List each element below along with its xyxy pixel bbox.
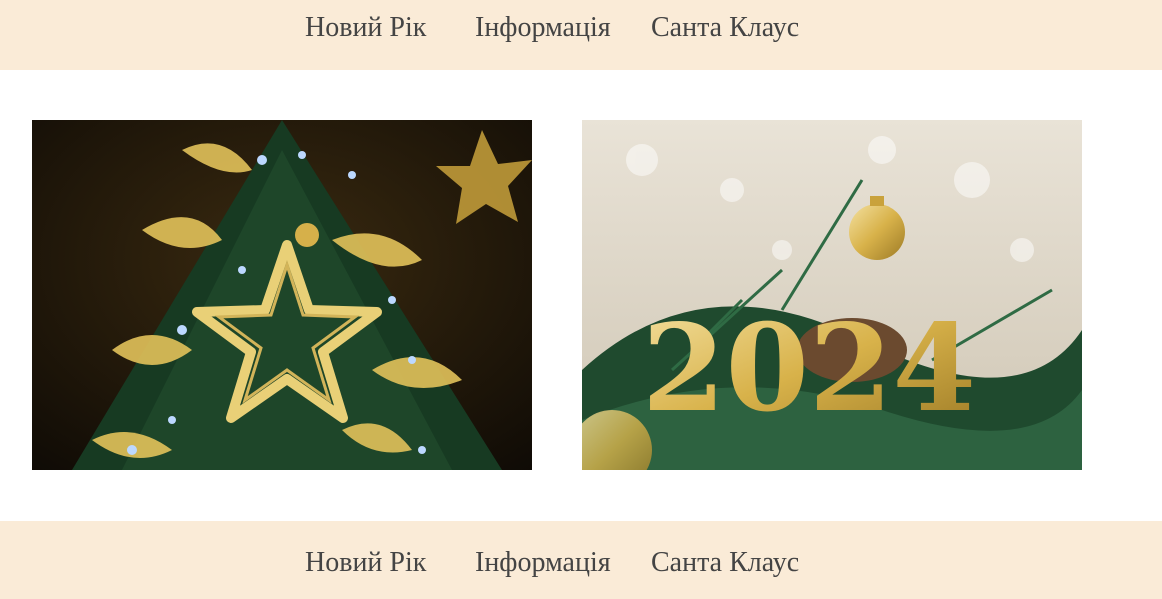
top-navbar: Новий Рік Інформація Санта Клаус [0,0,1162,70]
nav-link-information-footer[interactable]: Інформація [475,549,611,577]
nav-link-information[interactable]: Інформація [475,14,611,42]
nav-link-new-year[interactable]: Новий Рік [305,14,426,42]
nav-link-santa-claus[interactable]: Санта Клаус [651,14,799,42]
nav-link-santa-claus-footer[interactable]: Санта Клаус [651,549,799,577]
christmas-tree-photo [32,120,532,470]
year-2024-text: 2024 [642,298,976,439]
bottom-navbar: Новий Рік Інформація Санта Клаус [0,521,1162,599]
nav-link-new-year-footer[interactable]: Новий Рік [305,549,426,577]
new-year-2024-photo: 2024 [582,120,1082,470]
